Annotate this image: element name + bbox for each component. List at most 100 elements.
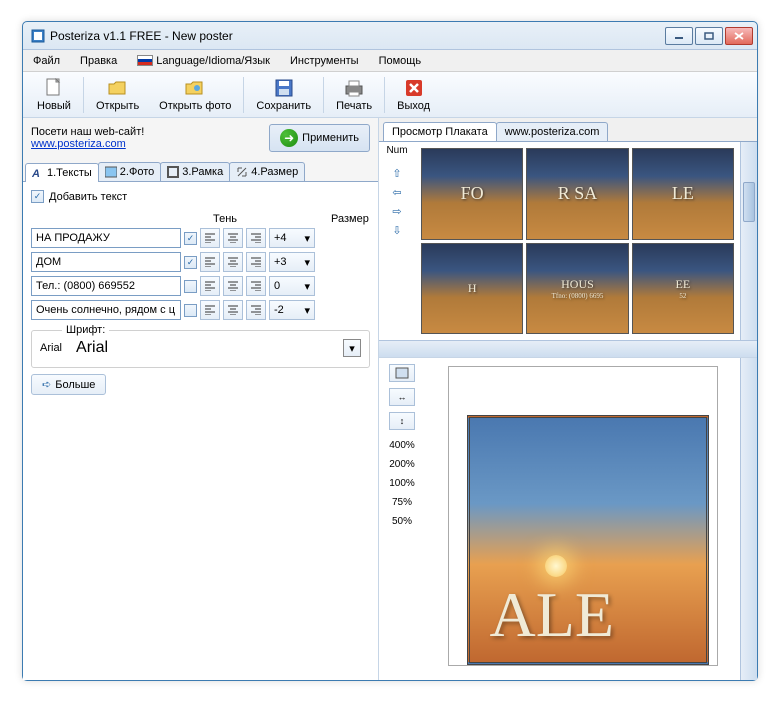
arrow-left-icon[interactable]: ⇦ bbox=[388, 185, 406, 200]
page-big-text: ALE bbox=[490, 578, 614, 652]
tile-text: Tfno: (0800) 6695 bbox=[552, 292, 604, 300]
size-value: +4 bbox=[274, 232, 287, 244]
add-text-checkbox[interactable]: ✓ bbox=[31, 190, 44, 203]
scroll-thumb[interactable] bbox=[743, 182, 755, 222]
font-sample[interactable]: Arial bbox=[68, 337, 337, 359]
tile-text: FO bbox=[461, 183, 484, 204]
arrow-down-icon[interactable]: ⇩ bbox=[388, 223, 406, 238]
chevron-down-icon: ▾ bbox=[304, 256, 310, 269]
toolbar-new[interactable]: Новый bbox=[27, 76, 81, 114]
tab-size[interactable]: 4.Размер bbox=[229, 162, 305, 181]
vertical-scrollbar[interactable] bbox=[740, 142, 757, 340]
text-input[interactable] bbox=[31, 276, 181, 296]
app-window: Posteriza v1.1 FREE - New poster Файл Пр… bbox=[22, 21, 758, 681]
size-value: +3 bbox=[274, 256, 287, 268]
left-pane: Посети наш web-сайт! www.posteriza.com ➜… bbox=[23, 118, 379, 680]
zoom-level[interactable]: 50% bbox=[392, 516, 412, 527]
poster-tile: H bbox=[421, 243, 523, 335]
tile-text: R SA bbox=[558, 183, 598, 204]
fit-page-button[interactable] bbox=[389, 364, 415, 382]
poster-grid[interactable]: FO R SA LE H HOUSTfno: (0800) 6695 EE52 bbox=[415, 142, 740, 340]
new-icon bbox=[44, 78, 64, 98]
preview-panel: Num ⇧ ⇦ ⇨ ⇩ FO R SA LE H HOUSTfno: ( bbox=[379, 141, 757, 680]
shadow-checkbox[interactable] bbox=[184, 280, 197, 293]
toolbar-exit[interactable]: Выход bbox=[387, 76, 440, 114]
shadow-checkbox[interactable]: ✓ bbox=[184, 232, 197, 245]
horizontal-scrollbar[interactable] bbox=[379, 340, 757, 357]
align-center-button[interactable] bbox=[223, 300, 243, 320]
text-input[interactable] bbox=[31, 252, 181, 272]
arrow-up-icon[interactable]: ⇧ bbox=[388, 166, 406, 181]
align-center-button[interactable] bbox=[223, 228, 243, 248]
text-input[interactable] bbox=[31, 300, 181, 320]
toolbar-open-photo-label: Открыть фото bbox=[159, 100, 231, 112]
nav-arrows: ⇧ ⇦ ⇨ ⇩ bbox=[388, 166, 406, 238]
font-dropdown-icon[interactable]: ▾ bbox=[343, 339, 361, 357]
apply-arrow-icon: ➜ bbox=[280, 129, 298, 147]
arrow-right-icon[interactable]: ⇨ bbox=[388, 204, 406, 219]
toolbar-open[interactable]: Открыть bbox=[86, 76, 149, 114]
align-center-button[interactable] bbox=[223, 252, 243, 272]
align-left-button[interactable] bbox=[200, 300, 220, 320]
apply-button[interactable]: ➜ Применить bbox=[269, 124, 370, 152]
tab-texts[interactable]: A 1.Тексты bbox=[25, 163, 99, 182]
zoom-level[interactable]: 100% bbox=[389, 478, 415, 489]
page-photo: ALE bbox=[467, 415, 709, 665]
align-right-button[interactable] bbox=[246, 228, 266, 248]
size-header: Размер bbox=[331, 213, 369, 225]
menu-file[interactable]: Файл bbox=[29, 53, 64, 69]
tab-photo[interactable]: 2.Фото bbox=[98, 162, 161, 181]
menu-language[interactable]: Language/Idioma/Язык bbox=[133, 53, 274, 69]
zoom-level[interactable]: 75% bbox=[392, 497, 412, 508]
page-view[interactable]: ALE bbox=[425, 358, 740, 680]
more-button[interactable]: ➪ Больше bbox=[31, 374, 106, 395]
tab-texts-label: 1.Тексты bbox=[47, 167, 92, 179]
align-right-button[interactable] bbox=[246, 276, 266, 296]
text-rows: ✓ +4▾ ✓ +3 ▾ 0▾ -2▾ bbox=[31, 228, 370, 320]
open-photo-icon bbox=[185, 78, 205, 98]
tab-frame[interactable]: 3.Рамка bbox=[160, 162, 230, 181]
minimize-button[interactable] bbox=[665, 27, 693, 45]
shadow-checkbox[interactable] bbox=[184, 304, 197, 317]
visit-link[interactable]: www.posteriza.com bbox=[31, 138, 126, 150]
align-right-button[interactable] bbox=[246, 252, 266, 272]
size-select[interactable]: +3 ▾ bbox=[269, 252, 315, 272]
column-headers: Тень Размер bbox=[31, 213, 370, 228]
toolbar-print-label: Печать bbox=[336, 100, 372, 112]
page: ALE bbox=[448, 366, 718, 666]
exit-icon bbox=[404, 78, 424, 98]
toolbar-print[interactable]: Печать bbox=[326, 76, 382, 114]
align-left-button[interactable] bbox=[200, 228, 220, 248]
toolbar-open-photo[interactable]: Открыть фото bbox=[149, 76, 241, 114]
page-preview: ↔ ↕ 400% 200% 100% 75% 50% ALE bbox=[379, 357, 757, 680]
menu-help[interactable]: Помощь bbox=[375, 53, 426, 69]
toolbar-new-label: Новый bbox=[37, 100, 71, 112]
fit-width-button[interactable]: ↔ bbox=[389, 388, 415, 406]
zoom-level[interactable]: 200% bbox=[389, 459, 415, 470]
tab-website[interactable]: www.posteriza.com bbox=[496, 122, 609, 141]
text-input[interactable] bbox=[31, 228, 181, 248]
align-left-button[interactable] bbox=[200, 276, 220, 296]
menu-tools[interactable]: Инструменты bbox=[286, 53, 363, 69]
tab-frame-label: 3.Рамка bbox=[182, 166, 223, 178]
nav-column: Num ⇧ ⇦ ⇨ ⇩ bbox=[379, 142, 415, 340]
close-button[interactable] bbox=[725, 27, 753, 45]
right-pane: Просмотр Плаката www.posteriza.com Num ⇧… bbox=[379, 118, 757, 680]
size-select[interactable]: 0▾ bbox=[269, 276, 315, 296]
maximize-button[interactable] bbox=[695, 27, 723, 45]
shadow-checkbox[interactable]: ✓ bbox=[184, 256, 197, 269]
toolbar-save[interactable]: Сохранить bbox=[246, 76, 321, 114]
align-center-button[interactable] bbox=[223, 276, 243, 296]
tab-content-texts: ✓ Добавить текст Тень Размер ✓+4▾✓+3▾0▾-… bbox=[23, 182, 378, 680]
vertical-scrollbar[interactable] bbox=[740, 358, 757, 680]
menu-edit[interactable]: Правка bbox=[76, 53, 121, 69]
tab-preview[interactable]: Просмотр Плаката bbox=[383, 122, 497, 141]
align-left-button[interactable] bbox=[200, 252, 220, 272]
poster-tile: FO bbox=[421, 148, 523, 240]
zoom-level[interactable]: 400% bbox=[389, 440, 415, 451]
size-select[interactable]: -2▾ bbox=[269, 300, 315, 320]
align-right-button[interactable] bbox=[246, 300, 266, 320]
fit-height-button[interactable]: ↕ bbox=[389, 412, 415, 430]
size-select[interactable]: +4▾ bbox=[269, 228, 315, 248]
poster-tile: HOUSTfno: (0800) 6695 bbox=[526, 243, 628, 335]
